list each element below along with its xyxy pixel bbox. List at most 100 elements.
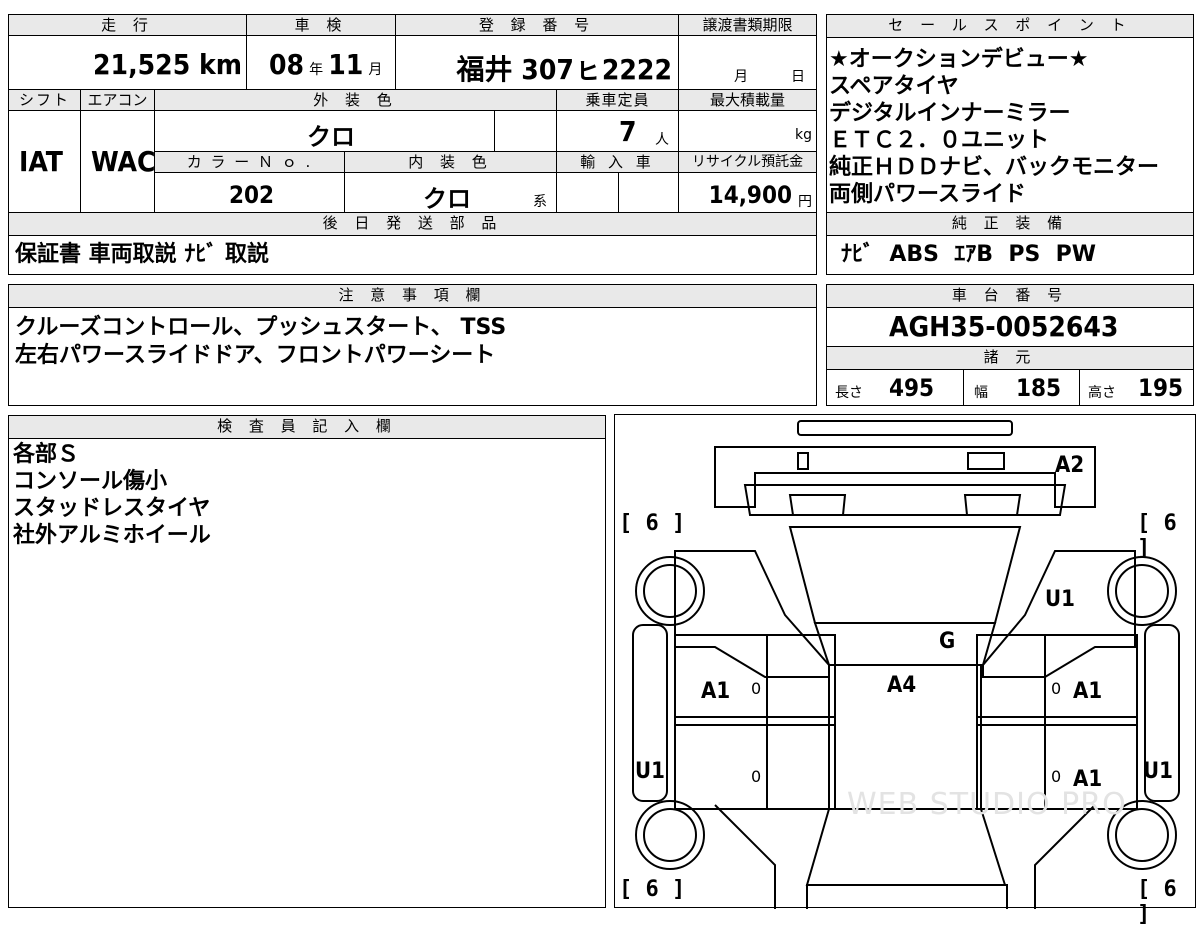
exterior-color-extra-cell [494, 110, 557, 152]
recycle-value: 14,900 [708, 181, 792, 209]
recycle-cell: 14,900 円 [678, 172, 817, 213]
sales-point-1: ★オークションデビュー★ [829, 47, 1089, 72]
chassis-header: 車 台 番 号 [826, 284, 1194, 308]
inspection-header: 車 検 [246, 14, 396, 36]
mileage-value: 21,525 km [93, 48, 242, 81]
equipment-cell: ﾅﾋﾞ ABS ｴｱB PS PW [826, 235, 1194, 275]
notes-header: 注 意 事 項 欄 [8, 284, 817, 308]
import-cell-1 [556, 172, 619, 213]
sales-points-header: セ ー ル ス ポ イ ン ト [826, 14, 1194, 38]
chassis-cell: AGH35-0052643 [826, 307, 1194, 347]
sales-point-5: 純正ＨＤＤナビ、バックモニター [829, 155, 1160, 180]
color-no-cell: 202 [154, 172, 345, 213]
interior-color-value: クロ [423, 185, 471, 213]
interior-color-header: 内 装 色 [344, 151, 557, 173]
inspector-line-2: コンソール傷小 [13, 469, 168, 494]
height-label: 高さ [1088, 385, 1116, 401]
registration-cell: 福井 307ㇶ2222 [395, 35, 679, 90]
registration-number: 福井 307ㇶ2222 [456, 53, 672, 86]
max-load-cell: kg [678, 110, 817, 152]
spec-header: 諸 元 [826, 346, 1194, 370]
width-value: 185 [1016, 374, 1062, 402]
import-cell-2 [618, 172, 679, 213]
inspection-cell: 08 年 11 月 [246, 35, 396, 90]
chassis-number: AGH35-0052643 [889, 310, 1119, 343]
interior-color-suffix: 系 [533, 194, 547, 210]
inspector-line-4: 社外アルミホイール [13, 523, 211, 548]
equipment-header: 純 正 装 備 [826, 212, 1194, 236]
inspection-month-unit: 月 [368, 62, 383, 78]
damage-code-u1-front-right: U1 [1045, 587, 1075, 612]
watermark: WEB STUDIO PRO [847, 787, 1127, 822]
exterior-color-cell: クロ [154, 110, 495, 152]
transfer-deadline-header: 譲渡書類期限 [678, 14, 817, 36]
marker-zero-4: 0 [1051, 767, 1062, 786]
notes-box: クルーズコントロール、プッシュスタート、 TSS 左右パワースライドドア、フロン… [8, 307, 817, 406]
damage-code-g: G [939, 629, 956, 654]
capacity-value: 7 [619, 115, 637, 148]
sales-point-2: スペアタイヤ [829, 74, 959, 99]
equipment-value: ﾅﾋﾞ ABS ｴｱB PS PW [841, 242, 1097, 267]
tire-rear-left: [ 6 ] [619, 877, 686, 902]
sales-point-6: 両側パワースライド [829, 182, 1026, 207]
ac-header: エアコン [80, 89, 155, 111]
mileage-header: 走 行 [8, 14, 247, 36]
length-label: 長さ [835, 385, 863, 401]
capacity-unit: 人 [655, 132, 669, 148]
tire-rear-right: [ 6 ] [1137, 877, 1177, 927]
length-value: 495 [889, 374, 935, 402]
transfer-deadline-cell: 月 日 [678, 35, 817, 90]
width-cell: 幅 185 [963, 369, 1080, 406]
inspector-line-3: スタッドレスタイヤ [13, 496, 211, 521]
max-load-unit: kg [795, 127, 812, 143]
later-parts-cell: 保証書 車両取説 ﾅﾋﾞ 取説 [8, 235, 817, 275]
marker-zero-1: 0 [751, 679, 762, 698]
later-parts-header: 後 日 発 送 部 品 [8, 212, 817, 236]
transfer-month-label: 月 [734, 69, 748, 85]
damage-code-a1-front-left: A1 [701, 679, 731, 704]
notes-line-2: 左右パワースライドドア、フロントパワーシート [15, 343, 496, 368]
inspector-header: 検 査 員 記 入 欄 [8, 415, 606, 439]
color-no-header: カ ラ ー Ｎ ｏ . [154, 151, 345, 173]
shift-value: IAT [19, 145, 63, 178]
damage-code-u1-left: U1 [635, 759, 665, 784]
recycle-header: リサイクル預託金 [678, 151, 817, 173]
damage-code-u1-right: U1 [1143, 759, 1173, 784]
shift-header: シフト [8, 89, 81, 111]
inspection-year-unit: 年 [309, 62, 324, 78]
notes-line-1: クルーズコントロール、プッシュスタート、 TSS [15, 315, 507, 340]
inspector-box: 各部Ｓ コンソール傷小 スタッドレスタイヤ 社外アルミホイール [8, 438, 606, 908]
exterior-color-value: クロ [307, 123, 355, 151]
shift-cell: IAT [8, 110, 81, 213]
sales-points-box: ★オークションデビュー★ スペアタイヤ デジタルインナーミラー ＥＴＣ２．０ユニ… [826, 37, 1194, 213]
marker-zero-2: 0 [1051, 679, 1062, 698]
height-cell: 高さ 195 [1079, 369, 1194, 406]
mileage-cell: 21,525 km [8, 35, 247, 90]
tire-front-right: [ 6 ] [1137, 511, 1177, 561]
tire-front-left: [ 6 ] [619, 511, 686, 536]
capacity-header: 乗車定員 [556, 89, 679, 111]
exterior-color-header: 外 装 色 [154, 89, 557, 111]
recycle-unit: 円 [798, 194, 812, 210]
car-outline-icon [632, 420, 1180, 909]
color-no-value: 202 [229, 181, 275, 209]
registration-header: 登 録 番 号 [395, 14, 679, 36]
max-load-header: 最大積載量 [678, 89, 817, 111]
inspection-year: 08 [269, 48, 305, 81]
capacity-cell: 7 人 [556, 110, 679, 152]
length-cell: 長さ 495 [826, 369, 964, 406]
damage-code-a1-front-right: A1 [1073, 679, 1103, 704]
transfer-day-label: 日 [791, 69, 805, 85]
ac-cell: WAC [80, 110, 156, 213]
inspector-line-1: 各部Ｓ [13, 442, 80, 467]
marker-zero-3: 0 [751, 767, 762, 786]
sales-point-4: ＥＴＣ２．０ユニット [829, 128, 1050, 153]
later-parts-value: 保証書 車両取説 ﾅﾋﾞ 取説 [15, 242, 269, 267]
sales-point-3: デジタルインナーミラー [829, 101, 1071, 126]
import-header: 輸 入 車 [556, 151, 679, 173]
width-label: 幅 [974, 385, 988, 401]
ac-value: WAC [91, 145, 156, 178]
height-value: 195 [1138, 374, 1184, 402]
inspection-month: 11 [328, 48, 364, 81]
interior-color-cell: クロ 系 [344, 172, 557, 213]
